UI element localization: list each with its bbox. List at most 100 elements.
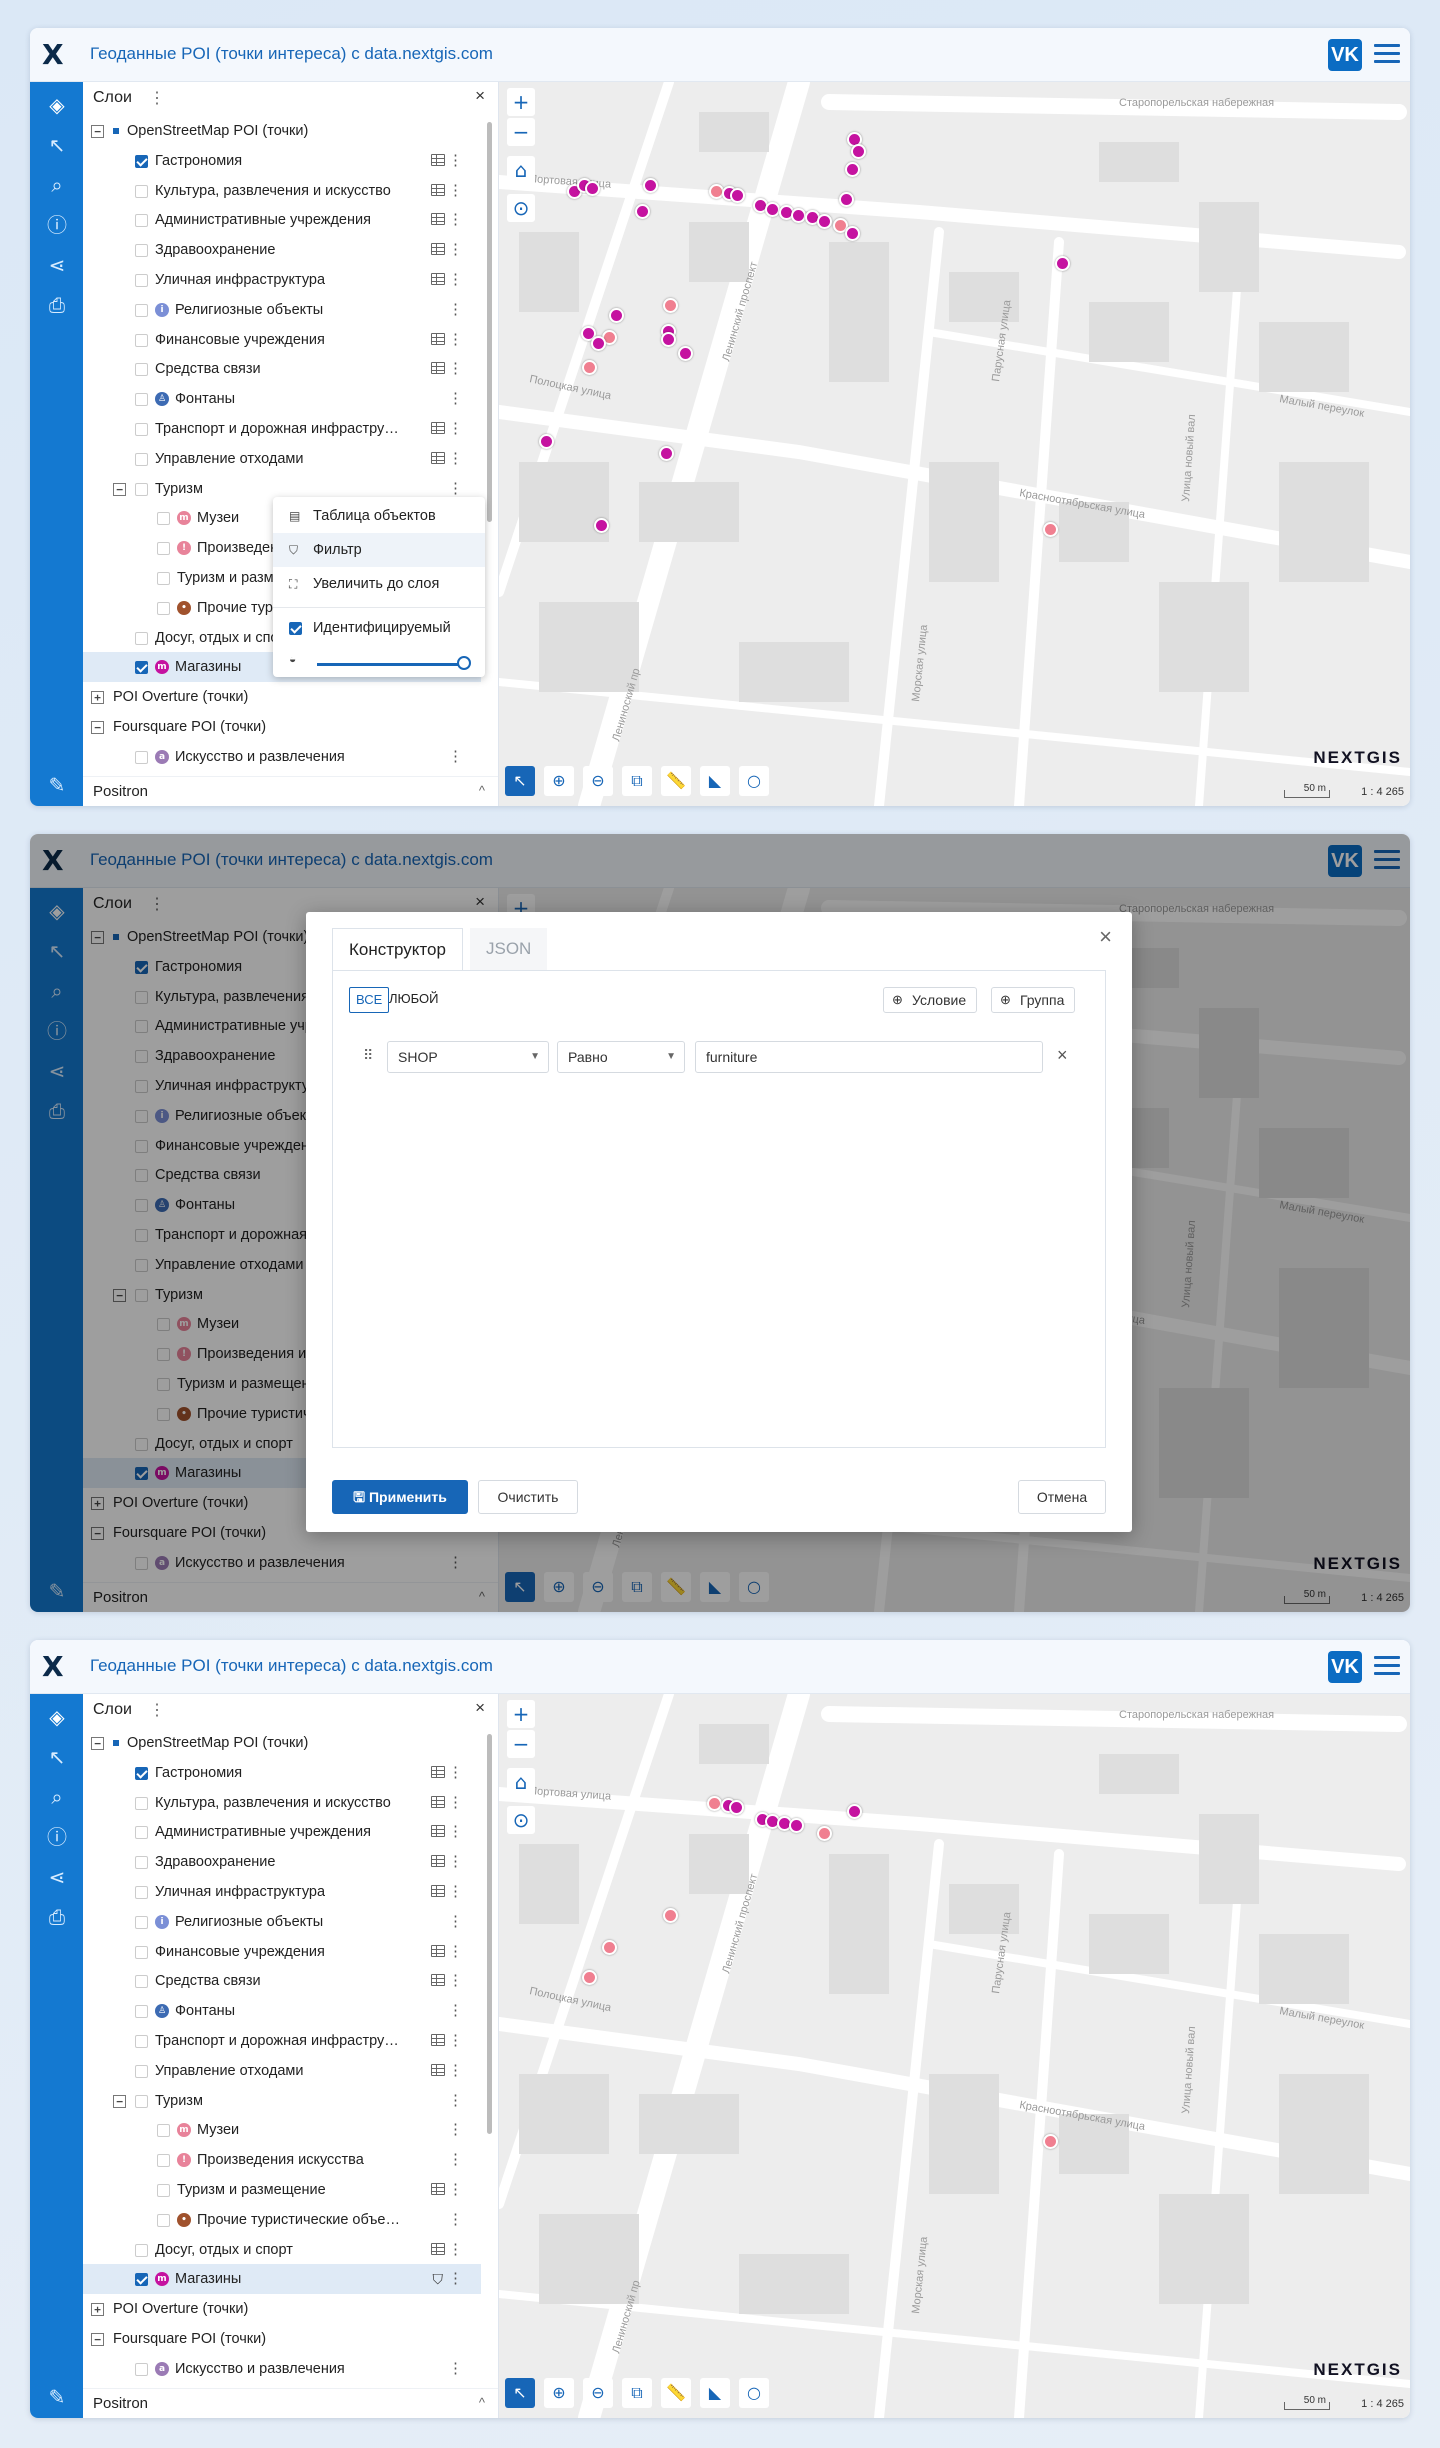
table-icon[interactable] — [431, 422, 445, 434]
locate-icon[interactable]: ⊙ — [507, 194, 535, 222]
layer-checkbox[interactable] — [135, 2094, 148, 2108]
layers-icon[interactable]: ◈ — [44, 1704, 70, 1730]
layer-row[interactable]: Туризм и размещение ⋮ — [83, 2175, 481, 2205]
map-view[interactable]: Портовая улицаСтаропорельская набережная… — [499, 1694, 1410, 2418]
layer-menu-icon[interactable]: ⋮ — [448, 2264, 463, 2294]
layer-checkbox[interactable] — [135, 452, 148, 466]
zoom-out-tool-icon[interactable]: ⊖ — [583, 2378, 613, 2408]
poi-marker[interactable] — [591, 336, 606, 351]
cursor-icon[interactable]: ↖ — [44, 1744, 70, 1770]
tab-json[interactable]: JSON — [470, 928, 548, 970]
layer-menu-icon[interactable]: ⋮ — [448, 146, 463, 176]
basemap-selector[interactable]: Positron ^ — [83, 2388, 498, 2418]
layer-checkbox[interactable] — [135, 1975, 148, 1989]
layer-checkbox[interactable] — [157, 601, 170, 615]
poi-marker[interactable] — [663, 1908, 678, 1923]
poi-marker[interactable] — [1043, 522, 1058, 537]
table-icon[interactable] — [431, 1944, 445, 1957]
layer-row[interactable]: Уличная инфраструктура ⋮ — [83, 265, 481, 295]
collapse-icon[interactable]: − — [91, 2333, 104, 2346]
layer-checkbox[interactable] — [135, 2005, 148, 2019]
zoom-out-tool-icon[interactable]: ⊖ — [583, 766, 613, 796]
layer-checkbox[interactable] — [135, 2035, 148, 2048]
layer-menu-icon[interactable]: ⋮ — [448, 1817, 463, 1847]
layer-row[interactable]: i Религиозные объекты ⋮ — [83, 295, 481, 325]
table-icon[interactable] — [431, 213, 445, 226]
slider-track[interactable] — [317, 663, 461, 666]
poi-marker[interactable] — [791, 208, 806, 223]
table-icon[interactable] — [431, 2183, 445, 2195]
drag-handle-icon[interactable]: ⠿ — [363, 1047, 373, 1064]
table-icon[interactable] — [431, 2034, 445, 2046]
collapse-icon[interactable]: − — [91, 1737, 104, 1750]
poi-marker[interactable] — [729, 1800, 744, 1815]
poi-marker[interactable] — [707, 1796, 722, 1811]
select-tool-icon[interactable]: ↖ — [505, 766, 535, 796]
close-icon[interactable]: × — [475, 86, 485, 106]
tab-constructor[interactable]: Конструктор — [332, 928, 463, 970]
layer-menu-icon[interactable]: ⋮ — [448, 414, 463, 444]
layer-menu-icon[interactable]: ⋮ — [448, 742, 463, 772]
menu-item-table[interactable]: ▤ Таблица объектов — [273, 499, 485, 533]
scrollbar[interactable] — [487, 1734, 492, 2134]
scrollbar[interactable] — [487, 122, 492, 522]
layer-row[interactable]: − Foursquare POI (точки) — [83, 2324, 481, 2354]
menu-icon[interactable] — [1374, 41, 1400, 67]
layer-menu-icon[interactable]: ⋮ — [448, 1907, 463, 1937]
swipe-tool-icon[interactable]: ⧉ — [622, 2378, 652, 2408]
layer-row[interactable]: Здравоохранение ⋮ — [83, 235, 481, 265]
table-icon[interactable] — [431, 273, 445, 285]
poi-marker[interactable] — [847, 1804, 862, 1819]
layer-row[interactable]: Административные учреждения ⋮ — [83, 205, 481, 235]
layer-menu-icon[interactable]: ⋮ — [448, 1996, 463, 2026]
layer-checkbox[interactable] — [157, 572, 170, 585]
table-icon[interactable] — [431, 332, 445, 345]
poi-marker[interactable] — [1043, 2134, 1058, 2149]
layer-menu-icon[interactable]: ⋮ — [448, 1758, 463, 1788]
table-icon[interactable] — [431, 1885, 445, 1897]
layer-row[interactable]: Управление отходами ⋮ — [83, 2056, 481, 2086]
nextgis-x-logo[interactable]: X — [42, 1651, 64, 1683]
area-tool-icon[interactable]: ◣ — [700, 766, 730, 796]
table-icon[interactable] — [431, 1765, 445, 1778]
poi-marker[interactable] — [839, 192, 854, 207]
layer-menu-icon[interactable]: ⋮ — [448, 354, 463, 384]
info-icon[interactable]: ⓘ — [44, 1824, 70, 1850]
add-condition-button[interactable]: ⊕ Условие — [883, 987, 978, 1013]
layer-checkbox[interactable] — [135, 2243, 148, 2257]
layer-menu-icon[interactable]: ⋮ — [448, 384, 463, 414]
opacity-slider[interactable]: ◒ — [273, 637, 485, 677]
layer-menu-icon[interactable]: ⋮ — [448, 176, 463, 206]
collapse-icon[interactable]: − — [91, 721, 104, 734]
layer-menu-icon[interactable]: ⋮ — [448, 2205, 463, 2235]
poi-marker[interactable] — [602, 1940, 617, 1955]
layer-row[interactable]: − Foursquare POI (точки) — [83, 712, 481, 742]
layer-row[interactable]: Финансовые учреждения ⋮ — [83, 1937, 481, 1967]
layer-checkbox[interactable] — [135, 661, 148, 675]
chevron-up-icon[interactable]: ^ — [479, 783, 485, 798]
layer-menu-icon[interactable]: ⋮ — [448, 2026, 463, 2056]
swipe-tool-icon[interactable]: ⧉ — [622, 766, 652, 796]
table-icon[interactable] — [431, 2063, 445, 2076]
layer-row[interactable]: ♙ Фонтаны ⋮ — [83, 384, 481, 414]
area-tool-icon[interactable]: ◣ — [700, 2378, 730, 2408]
table-icon[interactable] — [431, 2242, 445, 2255]
poi-marker[interactable] — [663, 298, 678, 313]
table-icon[interactable] — [431, 1974, 445, 1987]
poi-marker[interactable] — [765, 202, 780, 217]
layer-checkbox[interactable] — [135, 1796, 148, 1810]
layer-menu-icon[interactable]: ⋮ — [448, 2115, 463, 2145]
layer-checkbox[interactable] — [135, 363, 148, 377]
home-icon[interactable]: ⌂ — [507, 156, 535, 184]
poi-marker[interactable] — [582, 360, 597, 375]
layer-row[interactable]: a Искусство и развлечения ⋮ — [83, 2354, 481, 2384]
layer-menu-icon[interactable]: ⋮ — [448, 1937, 463, 1967]
poi-marker[interactable] — [661, 332, 676, 347]
layer-row[interactable]: Гастрономия ⋮ — [83, 146, 481, 176]
poi-marker[interactable] — [659, 446, 674, 461]
edit-icon[interactable]: ✎ — [44, 772, 70, 798]
layer-menu-icon[interactable]: ⋮ — [448, 235, 463, 265]
home-icon[interactable]: ⌂ — [507, 1768, 535, 1796]
identify-checkbox[interactable] — [289, 622, 302, 635]
zoom-in-tool-icon[interactable]: ⊕ — [544, 2378, 574, 2408]
